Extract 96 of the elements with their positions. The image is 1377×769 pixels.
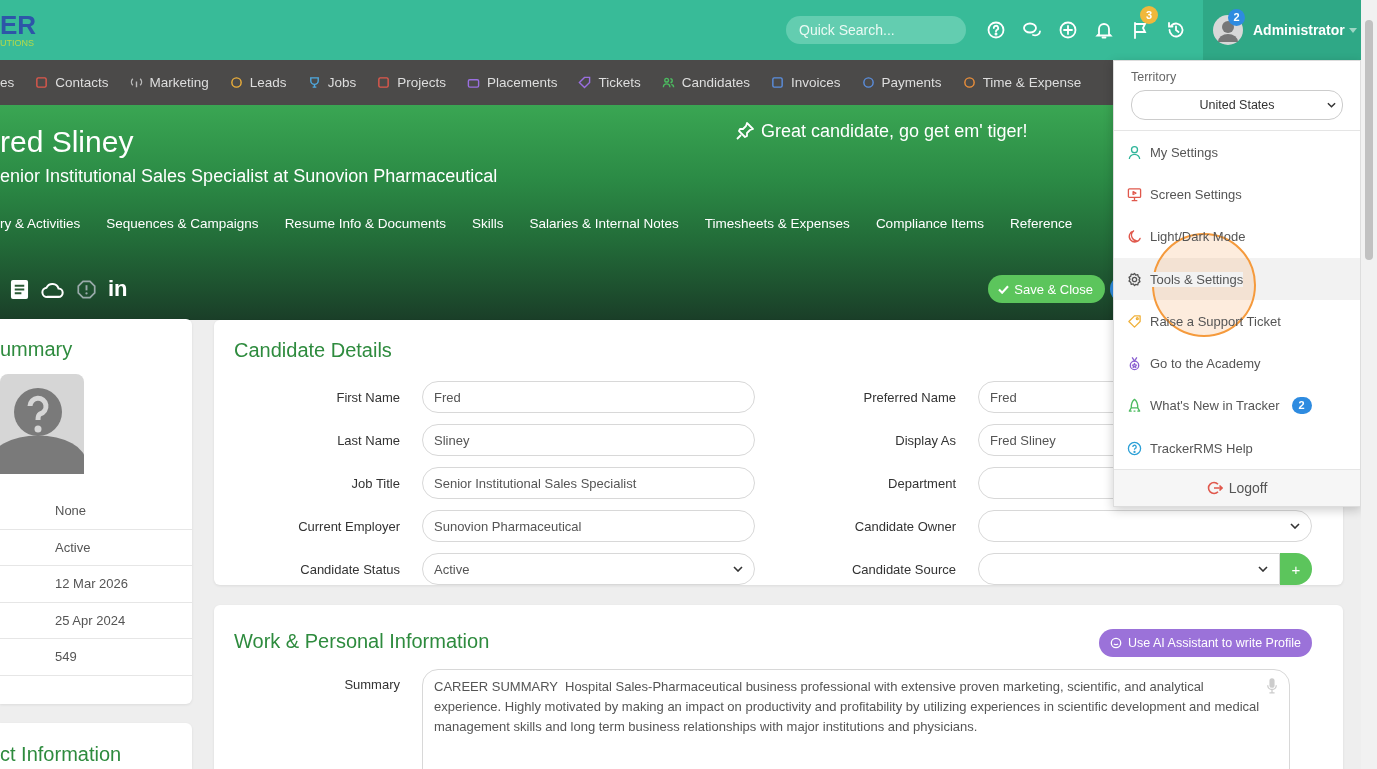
card-title: Work & Personal Information <box>234 629 490 653</box>
field-label: Candidate Status <box>299 561 400 577</box>
field-label: Department <box>887 475 956 491</box>
leads-icon <box>229 76 243 89</box>
nav-link[interactable]: es <box>0 75 15 90</box>
nav-link[interactable]: Contacts <box>35 75 109 90</box>
search-field[interactable]: Quick Search... <box>786 16 966 44</box>
profile-tab[interactable]: Sequences & Campaigns <box>106 216 259 231</box>
contacts-icon <box>35 76 49 89</box>
field-label: Job Title <box>350 475 400 491</box>
menu-item[interactable]: Screen Settings <box>1114 173 1360 216</box>
pin-icon <box>735 121 755 141</box>
field-label: Candidate Source <box>850 561 956 577</box>
candidate-subtitle: enior Institutional Sales Specialist at Sunovion Pharmaceutical <box>0 166 499 187</box>
field-label: Display As <box>894 432 956 448</box>
menu-item[interactable]: What's New in Tracker 2 <box>1114 384 1360 428</box>
profile-tab[interactable]: Timesheets & Expenses <box>704 216 850 231</box>
nav-link[interactable]: Projects <box>377 75 446 90</box>
chevron-icon <box>1290 523 1300 529</box>
projects-icon <box>377 76 391 89</box>
help-icon[interactable] <box>986 20 1006 40</box>
ai-assistant-button[interactable]: Use AI Assistant to write Profile <box>1099 629 1312 657</box>
history-icon[interactable] <box>1166 20 1186 40</box>
notification-badge: 2 <box>1228 9 1245 26</box>
person-icon <box>1127 144 1142 160</box>
logo-tagline: UTIONS <box>0 39 35 48</box>
screen-icon <box>1127 186 1142 202</box>
summary-textarea[interactable]: CAREER SUMMARY Hospital Sales-Pharmaceutical business professional with extensive proven marketing, scientific, and analytical experience. Highly motivated by making an impact on productivity and profitability by utilizing experiences in scientific development and medical management skills and long term business relationships with major institutions and physicians. <box>422 669 1290 769</box>
rocket-icon <box>1127 398 1142 414</box>
menu-item[interactable]: Go to the Academy <box>1114 342 1360 385</box>
bell-icon[interactable] <box>1094 20 1114 40</box>
field-label: Candidate Owner <box>853 518 956 534</box>
profile-tab[interactable]: Skills <box>471 216 504 231</box>
caret-icon <box>1348 27 1357 33</box>
marketing-icon <box>129 76 143 89</box>
nav-link[interactable]: Time & Expense <box>962 75 1082 90</box>
add-icon[interactable] <box>1058 20 1078 40</box>
field-label: Summary <box>343 676 400 694</box>
card-title: ct Information <box>0 742 123 766</box>
field-label: Last Name <box>336 432 400 448</box>
tickets-icon <box>578 76 592 89</box>
nav-link[interactable]: Placements <box>466 75 558 90</box>
nav-link[interactable]: Candidates <box>661 75 751 90</box>
nav-link[interactable]: Tickets <box>578 75 641 90</box>
profile-tab[interactable]: Reference <box>1009 216 1073 231</box>
user-menu-toggle[interactable]: 2 Administrator <box>1203 0 1361 60</box>
nav-link[interactable]: Marketing <box>129 75 209 90</box>
card-title: Candidate Details <box>234 338 393 362</box>
help-icon <box>1127 440 1142 456</box>
linkedin-icon[interactable]: in <box>108 278 128 300</box>
menu-item[interactable]: TrackerRMS Help <box>1114 427 1360 470</box>
nav-link[interactable]: Jobs <box>307 75 357 90</box>
nav-link[interactable]: Payments <box>861 75 942 90</box>
tagline-text: Great candidate, go get em' tiger! <box>761 120 1028 142</box>
tag-icon <box>1127 313 1142 329</box>
summary-value: Active <box>55 539 91 555</box>
logout-icon <box>1206 480 1223 497</box>
chevron-icon <box>1327 102 1336 108</box>
medal-icon <box>1127 356 1142 372</box>
territory-label: Territory <box>1131 70 1178 84</box>
chat-icon <box>1110 637 1122 649</box>
summary-value: 12 Mar 2026 <box>55 576 128 592</box>
candidates-icon <box>661 76 675 89</box>
logoff-link[interactable]: Logoff <box>1114 469 1360 507</box>
chevron-icon <box>1258 566 1268 572</box>
moon-icon <box>1127 229 1142 245</box>
summary-value: None <box>55 503 87 519</box>
warning-icon[interactable] <box>77 278 96 300</box>
profile-tab[interactable]: ry & Activities <box>0 216 81 231</box>
summary-value: 25 Apr 2024 <box>55 612 126 628</box>
nav-link[interactable]: Leads <box>229 75 287 90</box>
summary-value: 549 <box>55 649 77 665</box>
microphone-icon[interactable] <box>1266 677 1278 695</box>
payments-icon <box>861 76 875 89</box>
jobs-icon <box>307 76 321 89</box>
check-icon <box>998 284 1010 294</box>
field-label: First Name <box>335 389 400 405</box>
territory-select[interactable]: United States <box>1131 90 1343 120</box>
candidate-name: red Sliney <box>0 125 135 159</box>
time-icon <box>962 76 976 89</box>
profile-tab[interactable]: Compliance Items <box>875 216 984 231</box>
profile-tab[interactable]: Resume Info & Documents <box>284 216 446 231</box>
settings-icon <box>1127 271 1142 287</box>
menu-item[interactable]: My Settings <box>1114 131 1360 174</box>
field-label: Preferred Name <box>862 389 956 405</box>
count-badge: 2 <box>1291 397 1312 415</box>
notification-badge: 3 <box>1140 6 1158 24</box>
invoices-icon <box>771 76 785 89</box>
field-label: Current Employer <box>297 518 400 534</box>
profile-tab[interactable]: Salaries & Internal Notes <box>529 216 679 231</box>
card-title: ummary <box>0 337 74 361</box>
menu-item[interactable]: Tools & Settings <box>1114 257 1360 301</box>
document-icon[interactable] <box>10 278 29 300</box>
chevron-icon <box>733 566 743 572</box>
placements-icon <box>466 76 480 89</box>
nav-link[interactable]: Invoices <box>771 75 841 90</box>
